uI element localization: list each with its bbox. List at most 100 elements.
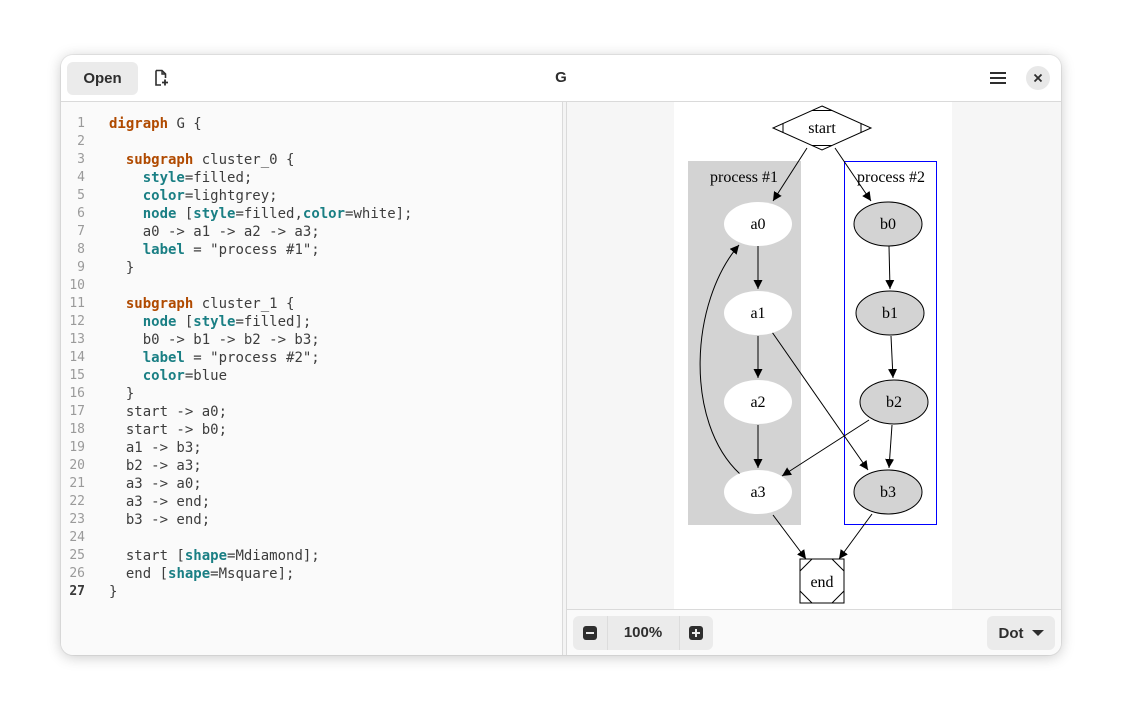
code-token: =filled;: [184, 170, 253, 186]
code-token: a3 -> end;: [109, 494, 211, 510]
line-number: 16: [69, 386, 85, 401]
zoom-controls: 100%: [573, 616, 713, 650]
code-token: cluster_0 {: [193, 152, 295, 168]
code-line[interactable]: 19 a1 -> b3;: [61, 439, 562, 457]
node-a2: a2: [724, 380, 792, 424]
code-line[interactable]: 5 color=lightgrey;: [61, 187, 562, 205]
line-number: 22: [69, 494, 85, 509]
zoom-in-button[interactable]: [679, 616, 713, 650]
code-text: color=blue: [109, 367, 227, 385]
code-keyword: digraph: [109, 116, 169, 132]
code-token: =Mdiamond];: [227, 548, 320, 564]
code-attribute: label: [142, 242, 185, 258]
window-title: G: [555, 69, 567, 86]
line-number: 15: [69, 368, 85, 383]
code-keyword: subgraph: [125, 152, 194, 168]
code-line[interactable]: 23 b3 -> end;: [61, 511, 562, 529]
code-token: a1 -> b3;: [109, 440, 202, 456]
code-line[interactable]: 22 a3 -> end;: [61, 493, 562, 511]
code-line[interactable]: 17 start -> a0;: [61, 403, 562, 421]
code-line[interactable]: 2: [61, 133, 562, 151]
code-token: =white];: [345, 206, 413, 222]
code-text: b0 -> b1 -> b2 -> b3;: [109, 331, 320, 349]
code-line[interactable]: 9 }: [61, 259, 562, 277]
code-text: label = "process #2";: [109, 349, 320, 367]
close-button[interactable]: [1026, 66, 1050, 90]
code-text: b2 -> a3;: [109, 457, 202, 475]
code-text: a3 -> end;: [109, 493, 210, 511]
node-b1: b1: [855, 290, 925, 336]
graph-preview[interactable]: process #1 process #2 start a0 a1 a2 a3 …: [567, 102, 1061, 609]
code-line[interactable]: 24: [61, 529, 562, 547]
code-text: }: [109, 583, 117, 601]
node-a0: a0: [724, 202, 792, 246]
code-token: b3 -> end;: [109, 512, 211, 528]
code-line[interactable]: 1 digraph G {: [61, 115, 562, 133]
code-token: [: [176, 314, 194, 330]
line-number: 5: [77, 188, 85, 203]
code-attribute: label: [142, 350, 185, 366]
code-token: =blue: [184, 368, 228, 384]
code-attribute: shape: [184, 548, 228, 564]
code-line[interactable]: 6 node [style=filled,color=white];: [61, 205, 562, 223]
line-number: 18: [69, 422, 85, 437]
line-number: 7: [77, 224, 85, 239]
line-number: 25: [69, 548, 85, 563]
chevron-down-icon: [1031, 630, 1044, 636]
line-number: 13: [69, 332, 85, 347]
svg-text:b2: b2: [886, 394, 902, 411]
code-line[interactable]: 16 }: [61, 385, 562, 403]
code-text: style=filled;: [109, 169, 253, 187]
code-line[interactable]: 8 label = "process #1";: [61, 241, 562, 259]
code-attribute: color: [302, 206, 346, 222]
code-text: a0 -> a1 -> a2 -> a3;: [109, 223, 320, 241]
code-line[interactable]: 21 a3 -> a0;: [61, 475, 562, 493]
code-text: node [style=filled,color=white];: [109, 205, 413, 223]
hamburger-menu-icon: [990, 72, 1006, 84]
code-line[interactable]: 15 color=blue: [61, 367, 562, 385]
code-token: a0 -> a1 -> a2 -> a3;: [109, 224, 320, 240]
zoom-level[interactable]: 100%: [607, 616, 679, 650]
code-line[interactable]: 12 node [style=filled];: [61, 313, 562, 331]
code-line[interactable]: 10: [61, 277, 562, 295]
code-editor[interactable]: 1 digraph G {2 3 subgraph cluster_0 {4 sty…: [61, 102, 562, 655]
line-number: 3: [77, 152, 85, 167]
svg-text:end: end: [810, 574, 833, 591]
code-token: start [: [109, 548, 185, 564]
code-line[interactable]: 18 start -> b0;: [61, 421, 562, 439]
line-number: 27: [69, 584, 85, 599]
svg-text:a3: a3: [750, 484, 765, 501]
svg-text:a2: a2: [750, 394, 765, 411]
code-text: }: [109, 259, 134, 277]
code-line[interactable]: 25 start [shape=Mdiamond];: [61, 547, 562, 565]
code-token: }: [109, 584, 118, 600]
code-attribute: shape: [168, 566, 211, 582]
code-text: label = "process #1";: [109, 241, 320, 259]
code-text: subgraph cluster_0 {: [109, 151, 295, 169]
edge-b1-b2: [888, 335, 898, 379]
layout-engine-dropdown[interactable]: Dot: [987, 616, 1055, 650]
code-line[interactable]: 27}: [61, 583, 562, 601]
code-line[interactable]: 13 b0 -> b1 -> b2 -> b3;: [61, 331, 562, 349]
code-line[interactable]: 7 a0 -> a1 -> a2 -> a3;: [61, 223, 562, 241]
code-attribute: color: [142, 188, 185, 204]
code-text: digraph G {: [109, 115, 202, 133]
code-line[interactable]: 20 b2 -> a3;: [61, 457, 562, 475]
code-line[interactable]: 3 subgraph cluster_0 {: [61, 151, 562, 169]
code-text: node [style=filled];: [109, 313, 312, 331]
code-line[interactable]: 11 subgraph cluster_1 {: [61, 295, 562, 313]
code-text: end [shape=Msquare];: [109, 565, 295, 583]
code-line[interactable]: 26 end [shape=Msquare];: [61, 565, 562, 583]
code-line[interactable]: 4 style=filled;: [61, 169, 562, 187]
code-token: = "process #1";: [184, 242, 320, 258]
close-icon: [1033, 73, 1043, 83]
line-number: 23: [69, 512, 85, 527]
code-line[interactable]: 14 label = "process #2";: [61, 349, 562, 367]
main-menu-button[interactable]: [982, 62, 1014, 94]
zoom-out-button[interactable]: [573, 616, 607, 650]
svg-text:b3: b3: [880, 484, 896, 501]
code-text: }: [109, 385, 134, 403]
